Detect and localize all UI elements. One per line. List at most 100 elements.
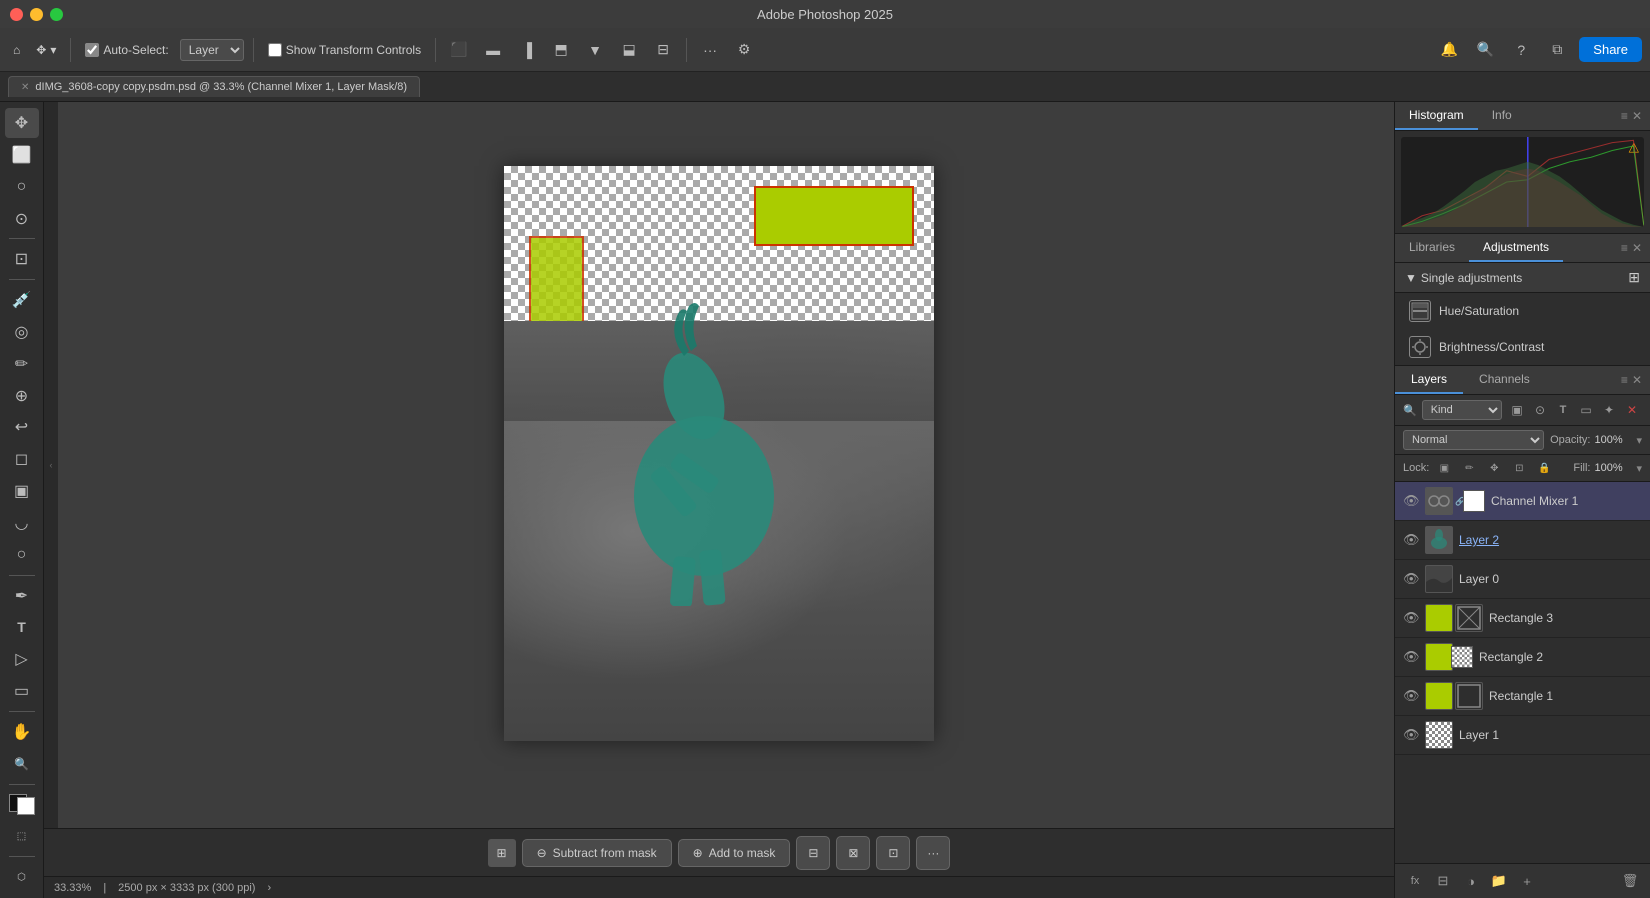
tab-info[interactable]: Info	[1478, 102, 1526, 130]
move-tool-options[interactable]: ✥ ▾	[31, 40, 61, 60]
tab-histogram[interactable]: Histogram	[1395, 102, 1478, 130]
filter-type-button[interactable]: T	[1553, 400, 1573, 420]
auto-select-checkbox[interactable]	[85, 43, 99, 57]
traffic-lights[interactable]	[10, 8, 63, 21]
home-button[interactable]: ⌂	[8, 40, 25, 60]
layer-item-rect2[interactable]: 👁 Rectangle 2	[1395, 638, 1650, 677]
search-button[interactable]: 🔍	[1471, 36, 1499, 64]
layer-visibility-layer2[interactable]: 👁	[1403, 532, 1419, 548]
layers-collapse-icon[interactable]: ✕	[1632, 373, 1642, 387]
layer-visibility-rect3[interactable]: 👁	[1403, 610, 1419, 626]
opacity-arrow-icon[interactable]: ▾	[1636, 434, 1642, 447]
zoom-tool[interactable]: 🔍	[5, 749, 39, 779]
new-fill-adj-button[interactable]: ◑	[1459, 869, 1483, 893]
shape-tool[interactable]: ▭	[5, 676, 39, 706]
fill-input[interactable]	[1594, 462, 1632, 474]
histogram-collapse-icon[interactable]: ✕	[1632, 109, 1642, 123]
align-middle-v-button[interactable]: ▼	[581, 36, 609, 64]
filter-close-button[interactable]: ✕	[1622, 400, 1642, 420]
history-brush-tool[interactable]: ↩	[5, 412, 39, 442]
minimize-button[interactable]	[30, 8, 43, 21]
layer-visibility-rect2[interactable]: 👁	[1403, 649, 1419, 665]
crop-tool[interactable]: ⊡	[5, 244, 39, 274]
clone-stamp-tool[interactable]: ⊕	[5, 381, 39, 411]
lasso-tool[interactable]: ○	[5, 172, 39, 202]
layer-visibility-channel-mixer[interactable]: 👁	[1403, 493, 1419, 509]
layer-item-layer1[interactable]: 👁 Layer 1	[1395, 716, 1650, 755]
adj-collapse-icon[interactable]: ✕	[1632, 241, 1642, 255]
eyedropper-tool[interactable]: 💉	[5, 285, 39, 315]
rectangle-3-canvas[interactable]	[754, 186, 914, 246]
layer-item-layer0[interactable]: 👁 Layer 0	[1395, 560, 1650, 599]
more-options-button[interactable]: ···	[696, 36, 724, 64]
filter-pixel-button[interactable]: ▣	[1507, 400, 1527, 420]
subtract-from-mask-button[interactable]: ⊖ Subtract from mask	[522, 839, 672, 867]
lock-transparent-button[interactable]: ▣	[1434, 458, 1454, 478]
tab-layers[interactable]: Layers	[1395, 366, 1463, 394]
blur-tool[interactable]: ◡	[5, 508, 39, 538]
lock-image-button[interactable]: ✏	[1459, 458, 1479, 478]
transform-controls-checkbox[interactable]	[268, 43, 282, 57]
auto-select-dropdown[interactable]: Layer Group	[180, 39, 244, 61]
hand-tool[interactable]: ✋	[5, 717, 39, 747]
mask-option-3-button[interactable]: ⊡	[876, 836, 910, 870]
align-left-button[interactable]: ⬛	[445, 36, 473, 64]
add-to-mask-button[interactable]: ⊕ Add to mask	[678, 839, 791, 867]
layer-item-channel-mixer[interactable]: 👁 🔗 Channel Mixer 1	[1395, 482, 1650, 521]
opacity-input[interactable]	[1594, 434, 1632, 446]
timeline-icon[interactable]: ⊞	[488, 839, 516, 867]
histogram-menu-icon[interactable]: ≡	[1621, 109, 1628, 123]
move-tool[interactable]: ✥	[5, 108, 39, 138]
fill-arrow-icon[interactable]: ▾	[1636, 462, 1642, 475]
tab-close-icon[interactable]: ✕	[21, 82, 29, 93]
layer-item-rect3[interactable]: 👁 Rectangle 3	[1395, 599, 1650, 638]
filter-smart-button[interactable]: ✦	[1599, 400, 1619, 420]
layer-visibility-layer1[interactable]: 👁	[1403, 727, 1419, 743]
left-collapse-bar[interactable]: ‹	[44, 102, 58, 828]
canvas-content[interactable]: ‹	[44, 102, 1394, 828]
type-tool[interactable]: T	[5, 613, 39, 643]
kind-filter-dropdown[interactable]: Kind	[1422, 400, 1502, 420]
transform-controls-label[interactable]: Show Transform Controls	[263, 40, 426, 60]
lock-all-button[interactable]: 🔒	[1534, 458, 1554, 478]
layers-menu-icon[interactable]: ≡	[1621, 373, 1628, 387]
filter-adj-button[interactable]: ⊙	[1530, 400, 1550, 420]
document-tab[interactable]: ✕ dIMG_3608-copy copy.psdm.psd @ 33.3% (…	[8, 76, 420, 97]
align-right-button[interactable]: ▐	[513, 36, 541, 64]
align-top-button[interactable]: ⬒	[547, 36, 575, 64]
add-mask-button[interactable]: ⊟	[1431, 869, 1455, 893]
tab-channels[interactable]: Channels	[1463, 366, 1546, 394]
tab-adjustments[interactable]: Adjustments	[1469, 234, 1563, 262]
gradient-tool[interactable]: ▣	[5, 476, 39, 506]
maximize-button[interactable]	[50, 8, 63, 21]
eraser-tool[interactable]: ◻	[5, 444, 39, 474]
dodge-tool[interactable]: ○	[5, 540, 39, 570]
distribute-left-button[interactable]: ⊟	[649, 36, 677, 64]
mask-option-1-button[interactable]: ⊟	[796, 836, 830, 870]
share-button[interactable]: Share	[1579, 37, 1642, 62]
new-layer-button[interactable]: +	[1515, 869, 1539, 893]
delete-layer-button[interactable]: 🗑	[1618, 869, 1642, 893]
settings-button[interactable]: ⚙	[730, 36, 758, 64]
quick-select-tool[interactable]: ⊙	[5, 204, 39, 234]
align-center-h-button[interactable]: ▬	[479, 36, 507, 64]
lock-artboard-button[interactable]: ⊡	[1509, 458, 1529, 478]
help-button[interactable]: ?	[1507, 36, 1535, 64]
adjustments-grid-icon[interactable]: ⊞	[1628, 269, 1640, 286]
tab-libraries[interactable]: Libraries	[1395, 234, 1469, 262]
layer-fx-button[interactable]: fx	[1403, 869, 1427, 893]
marquee-tool[interactable]: ⬜	[5, 140, 39, 170]
filter-shape-button[interactable]: ▭	[1576, 400, 1596, 420]
mask-option-2-button[interactable]: ⊠	[836, 836, 870, 870]
layer-item-layer2[interactable]: 👁 Layer 2	[1395, 521, 1650, 560]
lock-position-button[interactable]: ✥	[1484, 458, 1504, 478]
close-button[interactable]	[10, 8, 23, 21]
layer-visibility-layer0[interactable]: 👁	[1403, 571, 1419, 587]
layer-visibility-rect1[interactable]: 👁	[1403, 688, 1419, 704]
collapse-icon[interactable]: ▼	[1405, 271, 1417, 285]
layer-item-rect1[interactable]: 👁 Rectangle 1	[1395, 677, 1650, 716]
brush-tool[interactable]: ✏	[5, 349, 39, 379]
auto-select-checkbox-label[interactable]: Auto-Select:	[80, 40, 173, 60]
mask-more-button[interactable]: ···	[916, 836, 950, 870]
foreground-color[interactable]	[5, 790, 39, 820]
